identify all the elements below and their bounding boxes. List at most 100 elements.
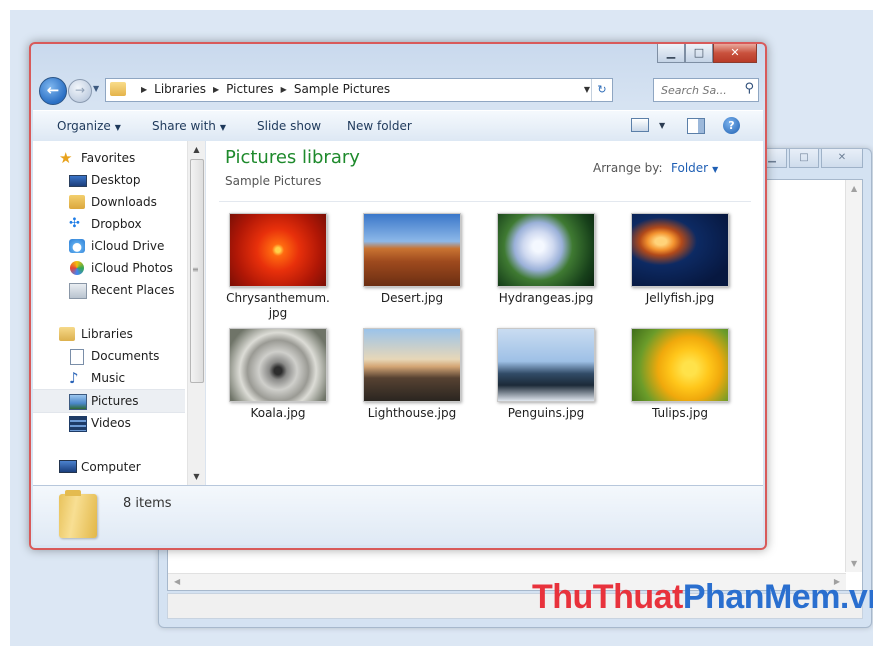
scroll-up-arrow-icon[interactable]: ▲ bbox=[188, 145, 205, 154]
nav-recent-places[interactable]: Recent Places bbox=[33, 279, 185, 301]
share-with-menu[interactable]: Share with ▼ bbox=[152, 111, 226, 143]
slide-show-button[interactable]: Slide show bbox=[257, 111, 321, 141]
nav-icloud-drive-label: iCloud Drive bbox=[91, 239, 165, 253]
arrange-by-dropdown[interactable]: Folder ▼ bbox=[671, 161, 718, 175]
breadcrumb-separator-icon[interactable]: ▶ bbox=[281, 79, 287, 101]
organize-menu[interactable]: Organize ▼ bbox=[57, 111, 121, 143]
background-close-button[interactable]: ✕ bbox=[821, 149, 863, 168]
organize-label: Organize bbox=[57, 119, 111, 133]
nav-computer-label: Computer bbox=[81, 460, 141, 474]
nav-favorites-label: Favorites bbox=[81, 151, 136, 165]
lighthouse-thumbnail[interactable] bbox=[363, 328, 461, 402]
penguins-thumbnail[interactable] bbox=[497, 328, 595, 402]
nav-documents[interactable]: Documents bbox=[33, 345, 185, 367]
breadcrumb-separator-icon[interactable]: ▶ bbox=[213, 79, 219, 101]
file-name: Koala.jpg bbox=[250, 406, 306, 420]
search-input[interactable] bbox=[659, 80, 737, 100]
search-icon[interactable]: ⚲ bbox=[744, 81, 754, 96]
refresh-icon[interactable]: ↻ bbox=[591, 79, 612, 101]
command-bar: Organize ▼ Share with ▼ Slide show New fol… bbox=[33, 110, 763, 142]
file-name: Chrysanthemum. jpg bbox=[211, 291, 345, 321]
address-dropdown-icon[interactable]: ▼ bbox=[584, 79, 590, 101]
view-options-chevron-icon[interactable]: ▼ bbox=[659, 111, 665, 141]
file-item[interactable]: Jellyfish.jpg bbox=[613, 213, 747, 331]
details-pane: 8 items bbox=[33, 485, 763, 545]
desktop-icon bbox=[69, 175, 87, 187]
nav-libraries-label: Libraries bbox=[81, 327, 133, 341]
arrange-by-label: Arrange by: bbox=[593, 161, 663, 175]
nav-favorites[interactable]: ★ Favorites bbox=[33, 147, 185, 169]
nav-downloads[interactable]: Downloads bbox=[33, 191, 185, 213]
forward-button[interactable]: → bbox=[68, 79, 92, 103]
nav-videos[interactable]: Videos bbox=[33, 412, 185, 434]
search-box[interactable]: ⚲ bbox=[653, 78, 759, 102]
chevron-down-icon: ▼ bbox=[712, 165, 719, 174]
computer-icon bbox=[59, 460, 77, 473]
address-row: ← → ▼ ▶ Libraries ▶ Pictures ▶ Sample Pi… bbox=[37, 74, 759, 105]
file-name: Jellyfish.jpg bbox=[645, 291, 715, 305]
new-folder-button[interactable]: New folder bbox=[347, 111, 412, 141]
scroll-up-arrow-icon[interactable]: ▲ bbox=[851, 184, 857, 193]
scroll-down-arrow-icon[interactable]: ▼ bbox=[188, 472, 205, 481]
nav-pictures[interactable]: Pictures bbox=[33, 389, 185, 413]
nav-desktop[interactable]: Desktop bbox=[33, 169, 185, 191]
documents-icon bbox=[70, 349, 84, 365]
minimize-button[interactable]: ▁ bbox=[657, 44, 685, 63]
file-item[interactable]: Hydrangeas.jpg bbox=[479, 213, 613, 331]
recent-pages-dropdown-icon[interactable]: ▼ bbox=[93, 84, 99, 93]
navigation-scrollbar[interactable]: ▲ ≡ ▼ bbox=[187, 141, 206, 485]
koala-thumbnail[interactable] bbox=[229, 328, 327, 402]
background-maximize-button[interactable]: □ bbox=[789, 149, 819, 168]
navigation-pane: ★ Favorites Desktop Downloads ✣ Dropbox … bbox=[33, 141, 187, 485]
file-name: Penguins.jpg bbox=[507, 406, 585, 420]
breadcrumb-sample-pictures[interactable]: Sample Pictures bbox=[294, 79, 390, 101]
nav-videos-label: Videos bbox=[91, 416, 131, 430]
file-item[interactable]: Koala.jpg bbox=[211, 328, 345, 446]
watermark-logo: ThuThuatPhanMem.vn bbox=[532, 578, 873, 617]
preview-pane-icon[interactable] bbox=[687, 118, 705, 134]
file-name-line2: jpg bbox=[268, 306, 288, 320]
arrange-by-value: Folder bbox=[671, 161, 709, 175]
file-item[interactable]: Chrysanthemum. jpg bbox=[211, 213, 345, 331]
nav-music[interactable]: ♪ Music bbox=[33, 367, 185, 389]
breadcrumb: ▶ Libraries ▶ Pictures ▶ Sample Pictures bbox=[134, 79, 390, 101]
help-icon[interactable]: ? bbox=[723, 117, 740, 134]
nav-icloud-drive[interactable]: iCloud Drive bbox=[33, 235, 185, 257]
recent-places-icon bbox=[69, 283, 87, 299]
nav-documents-label: Documents bbox=[91, 349, 160, 363]
breadcrumb-libraries[interactable]: Libraries bbox=[154, 79, 206, 101]
hydrangeas-thumbnail[interactable] bbox=[497, 213, 595, 287]
back-button[interactable]: ← bbox=[39, 77, 67, 105]
explorer-body: ★ Favorites Desktop Downloads ✣ Dropbox … bbox=[33, 141, 763, 485]
nav-music-label: Music bbox=[91, 371, 126, 385]
nav-recent-places-label: Recent Places bbox=[91, 283, 175, 297]
scroll-down-arrow-icon[interactable]: ▼ bbox=[851, 559, 857, 568]
nav-computer[interactable]: Computer bbox=[33, 456, 185, 478]
nav-dropbox[interactable]: ✣ Dropbox bbox=[33, 213, 185, 235]
scroll-left-arrow-icon[interactable]: ◀ bbox=[174, 577, 180, 586]
file-item[interactable]: Tulips.jpg bbox=[613, 328, 747, 446]
breadcrumb-separator-icon[interactable]: ▶ bbox=[141, 79, 147, 101]
tulips-thumbnail[interactable] bbox=[631, 328, 729, 402]
address-bar[interactable]: ▶ Libraries ▶ Pictures ▶ Sample Pictures… bbox=[105, 78, 613, 102]
videos-icon bbox=[69, 416, 87, 432]
chrysanthemum-thumbnail[interactable] bbox=[229, 213, 327, 287]
nav-icloud-photos[interactable]: iCloud Photos bbox=[33, 257, 185, 279]
page-title: Pictures library bbox=[225, 147, 360, 168]
desert-thumbnail[interactable] bbox=[363, 213, 461, 287]
change-view-icon[interactable] bbox=[631, 118, 649, 132]
close-button[interactable]: ✕ bbox=[713, 44, 757, 63]
jellyfish-thumbnail[interactable] bbox=[631, 213, 729, 287]
background-vertical-scrollbar[interactable]: ▲ ▼ bbox=[845, 180, 862, 572]
folder-icon bbox=[59, 490, 97, 538]
folder-icon bbox=[110, 82, 126, 96]
maximize-button[interactable]: □ bbox=[685, 44, 713, 63]
file-item[interactable]: Desert.jpg bbox=[345, 213, 479, 331]
page-subtitle: Sample Pictures bbox=[225, 174, 322, 188]
nav-desktop-label: Desktop bbox=[91, 173, 141, 187]
file-item[interactable]: Lighthouse.jpg bbox=[345, 328, 479, 446]
nav-libraries[interactable]: Libraries bbox=[33, 323, 185, 345]
file-name: Desert.jpg bbox=[380, 291, 444, 305]
breadcrumb-pictures[interactable]: Pictures bbox=[226, 79, 274, 101]
file-item[interactable]: Penguins.jpg bbox=[479, 328, 613, 446]
